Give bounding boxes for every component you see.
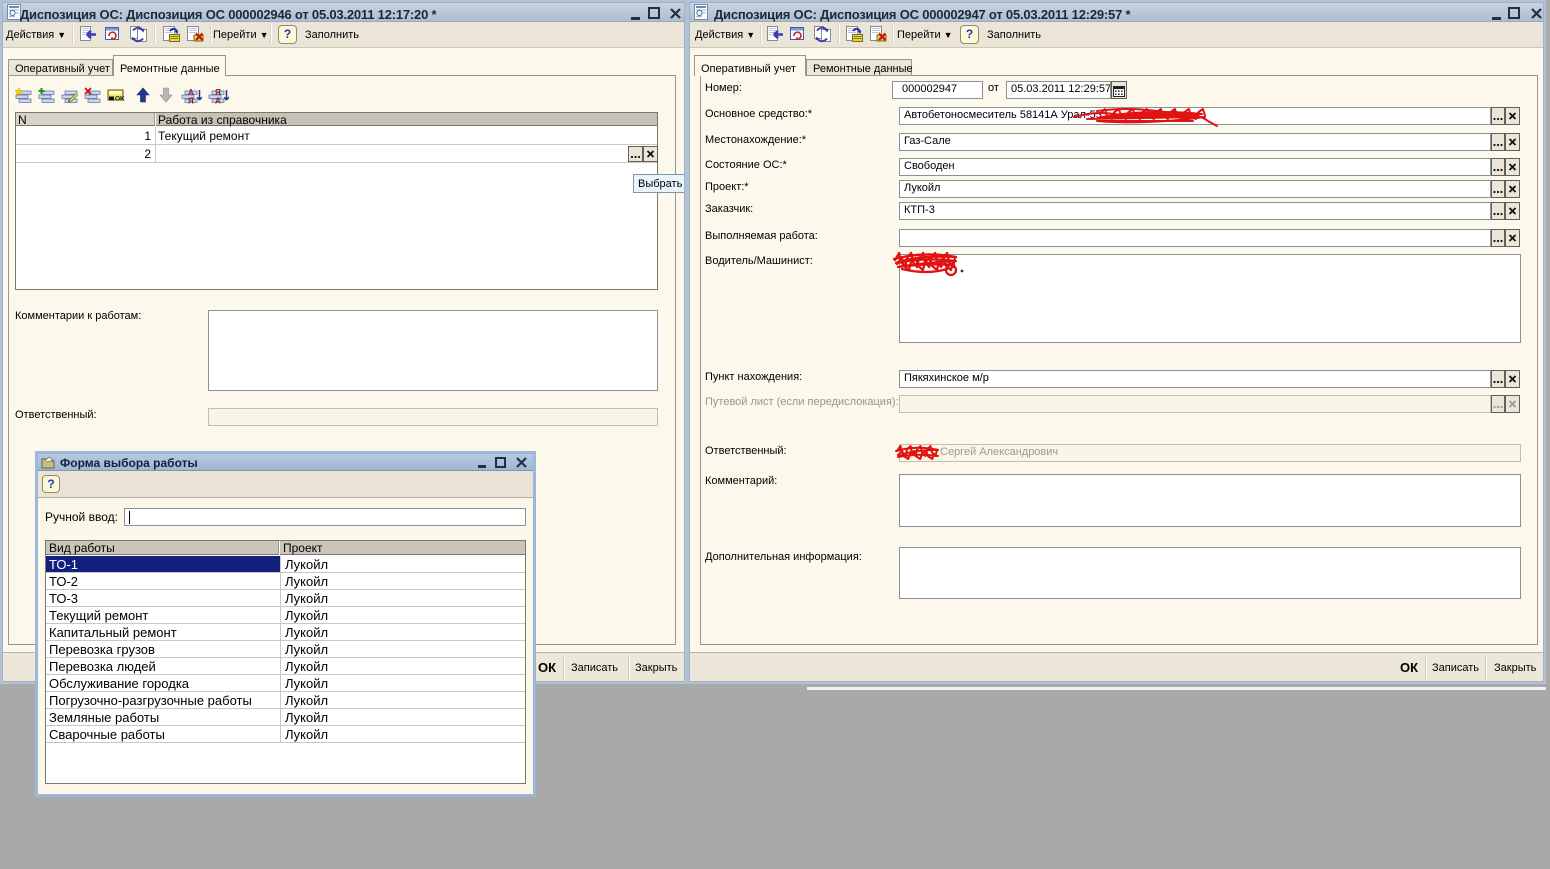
svg-text:OK: OK <box>115 96 125 103</box>
svg-text:Я: Я <box>188 97 194 105</box>
svg-text:А: А <box>215 97 221 105</box>
